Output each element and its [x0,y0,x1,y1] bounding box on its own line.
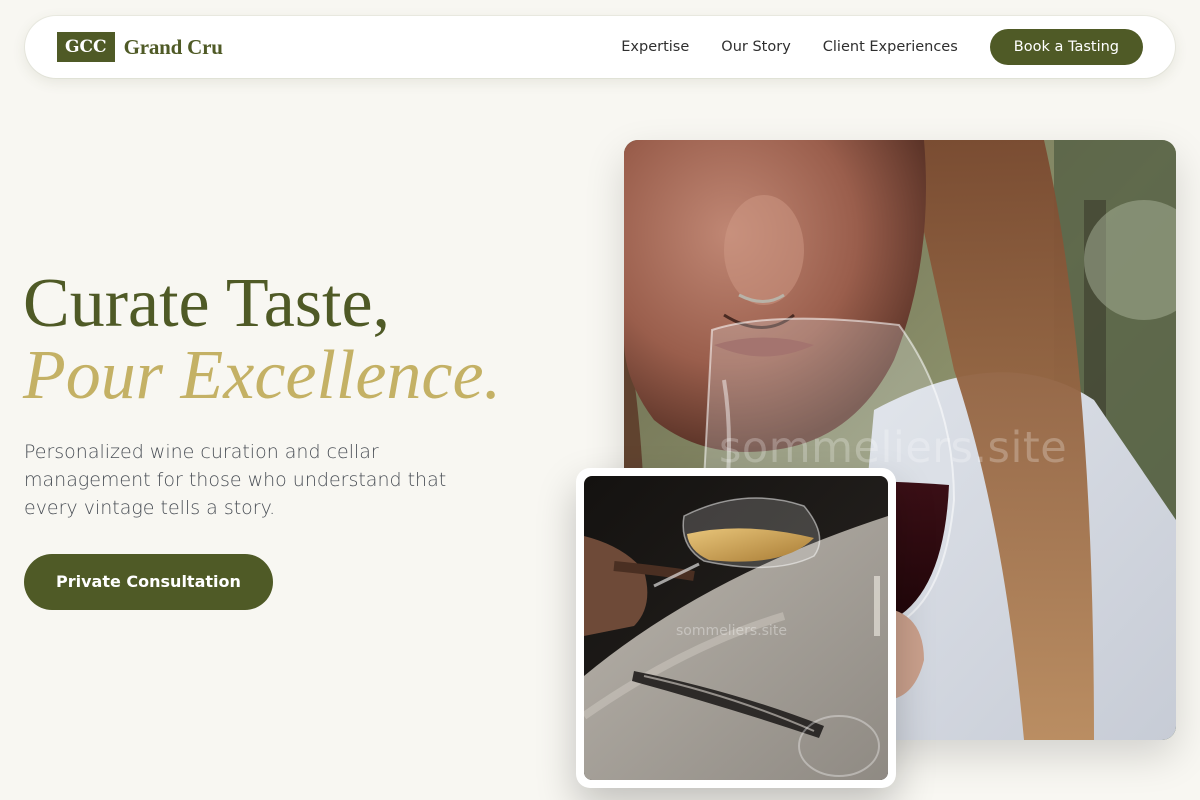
logo-mark: GCC [57,32,115,62]
private-consultation-button[interactable]: Private Consultation [24,554,273,610]
brand-logo[interactable]: GCC Grand Cru [57,32,223,62]
nav-link-client-experiences[interactable]: Client Experiences [823,39,958,55]
hero-headline: Curate Taste, Pour Excellence. [23,268,501,412]
nav-link-expertise[interactable]: Expertise [621,39,689,55]
secondary-photo-white-wine: sommeliers.site [584,476,888,780]
nav-links: Expertise Our Story Client Experiences B… [621,29,1143,65]
nav-link-our-story[interactable]: Our Story [721,39,790,55]
headline-line-1: Curate Taste, [23,265,391,342]
logo-text: Grand Cru [123,34,223,59]
secondary-photo-watermark: sommeliers.site [676,623,787,639]
top-navbar: GCC Grand Cru Expertise Our Story Client… [25,16,1175,78]
secondary-photo-frame: sommeliers.site [576,468,896,788]
main-photo-watermark: sommeliers.site [719,423,1068,473]
book-tasting-button[interactable]: Book a Tasting [989,29,1143,65]
hero-subcopy: Personalized wine curation and cellar ma… [24,441,447,519]
headline-line-2: Pour Excellence. [23,337,502,414]
